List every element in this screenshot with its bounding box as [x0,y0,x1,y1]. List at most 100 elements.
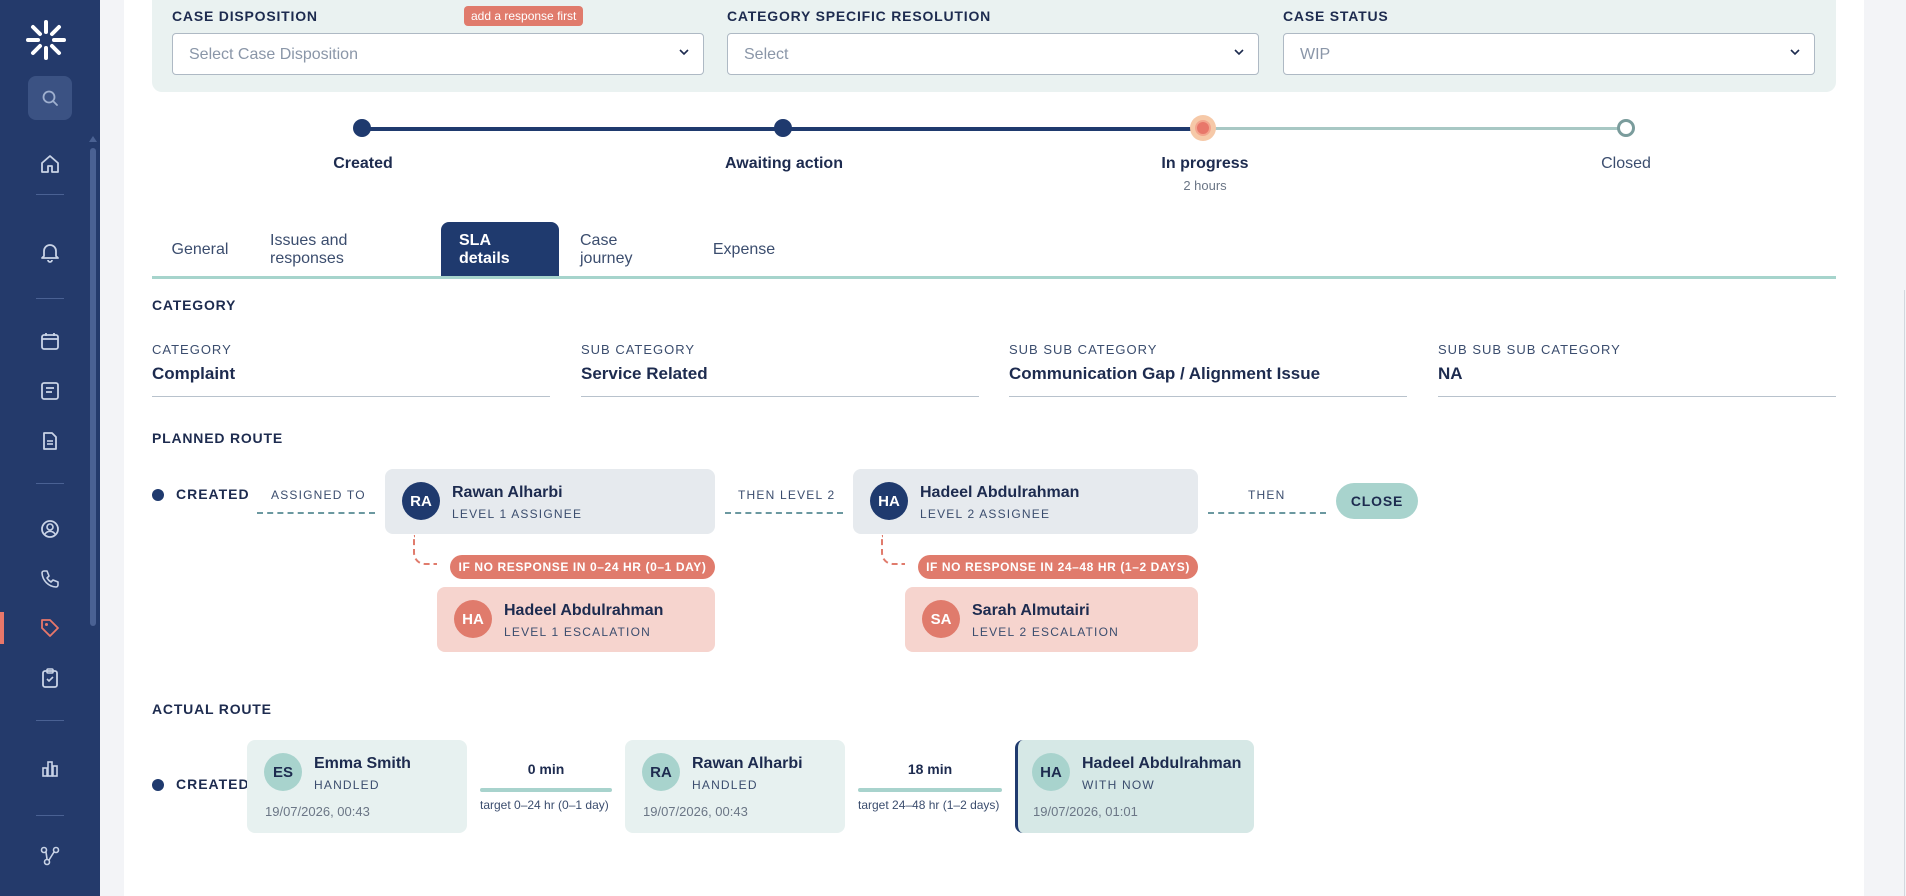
segment-bar [480,788,612,792]
then-level2-label: THEN LEVEL 2 [738,488,836,502]
form-icon[interactable] [34,375,66,407]
handler-time: 19/07/2026, 00:43 [643,804,748,819]
step-dot-in-progress [1195,120,1211,136]
chart-icon[interactable] [34,752,66,784]
bell-icon[interactable] [34,236,66,268]
chevron-down-icon [1234,49,1244,56]
user-icon[interactable] [34,513,66,545]
category-resolution-placeholder: Select [744,46,789,63]
home-icon[interactable] [34,148,66,180]
tab-underline [152,276,1836,279]
tab-expense[interactable]: Expense [696,222,792,277]
assignee-name: Hadeel Abdulrahman [920,484,1080,501]
segment-bar [858,788,1002,792]
step-label-closed: Closed [1601,155,1651,172]
tag-icon[interactable] [34,612,66,644]
case-disposition-label: CASE DISPOSITION [172,8,318,24]
handler-time: 19/07/2026, 00:43 [265,804,370,819]
case-disposition-select[interactable]: Select Case Disposition [172,33,704,75]
actual-node-card[interactable]: ES Emma Smith HANDLED 19/07/2026, 00:43 [247,740,467,833]
escalation-role: LEVEL 2 ESCALATION [972,625,1119,639]
avatar: ES [264,753,302,791]
avatar: HA [1032,753,1070,791]
escalation-role: LEVEL 1 ESCALATION [504,625,651,639]
step-label-created: Created [333,155,393,172]
escalation-condition-1: IF NO RESPONSE IN 0–24 HR (0–1 DAY) [450,555,715,579]
connector-dash [725,512,843,514]
search-icon[interactable] [28,76,72,120]
assignee-role: LEVEL 2 ASSIGNEE [920,507,1051,521]
category-section-title: CATEGORY [152,297,237,313]
level2-escalation-card[interactable]: SA Sarah Almutairi LEVEL 2 ESCALATION [905,587,1198,652]
avatar: SA [922,600,960,638]
sidebar [0,0,100,896]
step-label-in-progress: In progress [1161,155,1249,172]
escalation-connector [881,535,905,565]
warning-badge: add a response first [464,6,584,26]
avatar: HA [870,482,908,520]
category-value: Complaint [152,364,236,383]
step-dot-awaiting [774,119,792,137]
actual-route-title: ACTUAL ROUTE [152,701,272,717]
phone-icon[interactable] [34,563,66,595]
chevron-down-icon [1790,49,1800,56]
chevron-down-icon [679,49,689,56]
segment-duration: 18 min [907,761,953,777]
avatar: RA [642,753,680,791]
handler-time: 19/07/2026, 01:01 [1033,804,1138,819]
calendar-icon[interactable] [34,325,66,357]
document-icon[interactable] [34,425,66,457]
assigned-to-label: ASSIGNED TO [271,488,366,502]
sub-category-label: SUB CATEGORY [581,342,696,357]
sub-sub-category-value: Communication Gap / Alignment Issue [1009,364,1321,383]
sidebar-divider [36,298,64,299]
disposition-panel: CASE DISPOSITION add a response first Se… [152,0,1836,92]
actual-node-card[interactable]: RA Rawan Alharbi HANDLED 19/07/2026, 00:… [625,740,845,833]
tab-sla-details[interactable]: SLA details [441,222,559,277]
tab-general[interactable]: General [152,222,248,277]
category-resolution-label: CATEGORY SPECIFIC RESOLUTION [727,8,992,24]
tab-case-journey[interactable]: Case journey [562,222,692,277]
created-label: CREATED [176,776,250,792]
step-dot-created [353,119,371,137]
escalation-name: Hadeel Abdulrahman [504,602,664,619]
actual-node-card-current[interactable]: HA Hadeel Abdulrahman WITH NOW 19/07/202… [1015,740,1254,833]
step-dot-closed [1617,119,1635,137]
escalation-connector [413,535,437,565]
case-disposition-placeholder: Select Case Disposition [189,46,358,63]
active-indicator [0,612,4,644]
connector-dash [1208,512,1326,514]
close-pill: CLOSE [1336,483,1418,519]
level2-assignee-card[interactable]: HA Hadeel Abdulrahman LEVEL 2 ASSIGNEE [853,469,1198,534]
planned-route-title: PLANNED ROUTE [152,430,283,446]
case-status-label: CASE STATUS [1283,8,1389,24]
level1-assignee-card[interactable]: RA Rawan Alharbi LEVEL 1 ASSIGNEE [385,469,715,534]
segment-target: target 24–48 hr (1–2 days) [858,798,1000,812]
sub-sub-sub-category-underline [1438,396,1836,397]
category-label: CATEGORY [152,342,232,357]
logo-icon[interactable] [24,18,68,62]
category-underline [152,396,550,397]
category-resolution-select[interactable]: Select [727,33,1259,75]
clipboard-check-icon[interactable] [34,662,66,694]
network-icon[interactable] [34,840,66,872]
scroll-up-arrow[interactable] [89,136,97,142]
sidebar-scrollbar[interactable] [90,148,96,626]
level1-escalation-card[interactable]: HA Hadeel Abdulrahman LEVEL 1 ESCALATION [437,587,715,652]
sidebar-divider [36,720,64,721]
page-edge [1904,290,1905,896]
avatar: RA [402,482,440,520]
segment-target: target 0–24 hr (0–1 day) [480,798,609,812]
created-label: CREATED [176,486,250,502]
step-label-awaiting: Awaiting action [725,155,843,172]
handler-name: Emma Smith [314,755,411,772]
case-status-select[interactable]: WIP [1283,33,1815,75]
avatar: HA [454,600,492,638]
handler-status: HANDLED [314,778,380,792]
step-duration: 2 hours [1183,178,1227,193]
escalation-name: Sarah Almutairi [972,602,1090,619]
handler-name: Rawan Alharbi [692,755,803,772]
tab-issues-responses[interactable]: Issues and responses [252,222,436,277]
handler-status: WITH NOW [1082,778,1155,792]
sub-sub-category-underline [1009,396,1407,397]
